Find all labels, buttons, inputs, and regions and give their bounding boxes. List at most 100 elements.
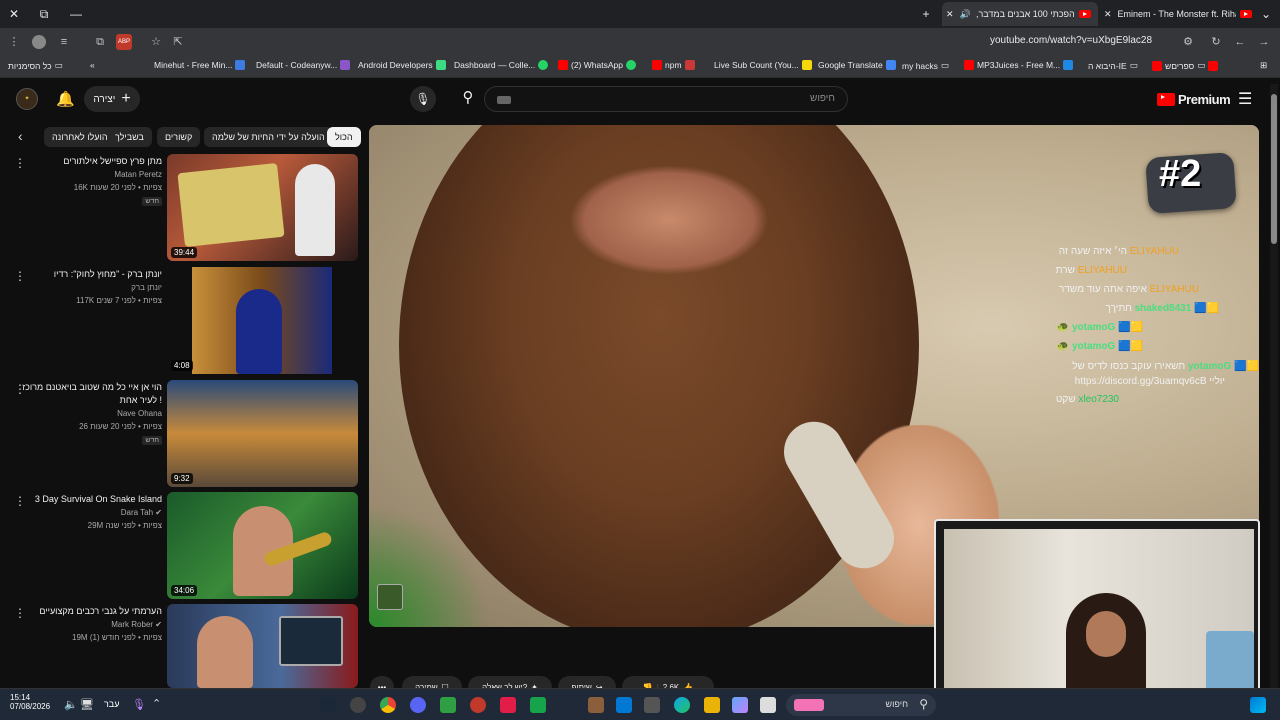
store-icon[interactable] xyxy=(644,697,660,713)
grid-apps-icon[interactable]: ⊞ xyxy=(1260,60,1267,71)
forward-icon[interactable]: ← xyxy=(1232,34,1248,50)
maximize-icon[interactable]: ⧉ xyxy=(34,4,54,24)
excel-icon[interactable] xyxy=(530,697,546,713)
list-item[interactable]: ⋮ יונתן ברק - "מחוץ לחוק": רדיו יונתן בר… xyxy=(0,267,362,375)
obs-icon[interactable] xyxy=(350,697,366,713)
search-icon[interactable]: ⚲ xyxy=(456,88,480,110)
bookmark-star-icon[interactable]: ☆ xyxy=(148,34,164,50)
tab-close-icon[interactable]: ✕ xyxy=(946,9,954,20)
language-indicator[interactable]: עבר xyxy=(104,699,119,709)
tab-eminem[interactable]: ✕ Eminem - The Monster ft. Rihan xyxy=(1100,2,1256,26)
video-channel-row[interactable]: Mark Rober ✔ xyxy=(111,620,162,629)
voice-search-icon[interactable]: 🎙 xyxy=(410,86,436,112)
media-player-icon[interactable] xyxy=(440,697,456,713)
bookmark-ie[interactable]: היבוא ה-IE ▭ xyxy=(1088,60,1138,71)
video-thumbnail[interactable]: 4:08 xyxy=(167,267,358,374)
video-thumbnail[interactable]: 34:06 xyxy=(167,492,358,599)
video-thumbnail[interactable]: 39:44 xyxy=(167,154,358,261)
discord-icon[interactable] xyxy=(410,697,426,713)
video-channel-row[interactable]: Dara Tah ✔ xyxy=(121,508,162,517)
bookmark-mp3juices[interactable]: MP3Juices - Free M... xyxy=(964,60,1074,70)
bookmark-livesub[interactable]: Live Sub Count (You... xyxy=(714,60,812,70)
tab-search-icon[interactable]: ⌄ xyxy=(1256,4,1276,24)
video-title-line2[interactable]: לעיר אחת ! xyxy=(120,395,162,405)
search-input[interactable]: חיפוש xyxy=(484,86,848,112)
video-channel[interactable]: יונתן ברק xyxy=(131,283,162,292)
adobe-icon[interactable] xyxy=(500,697,516,713)
bookmark-minehut[interactable]: Minehut - Free Min... xyxy=(154,60,246,70)
app-icon[interactable] xyxy=(760,697,776,713)
menu-dots-icon[interactable]: ⋮ xyxy=(6,34,22,50)
volume-icon[interactable]: 🔈 xyxy=(64,698,78,711)
channel-avatar[interactable]: ✦ xyxy=(16,88,38,110)
tab-current[interactable]: ✕ 🔊 הפכתי 100 אבנים במדבר, ה xyxy=(942,2,1098,26)
adblock-icon[interactable]: ABP xyxy=(116,34,132,50)
new-tab-icon[interactable]: + xyxy=(916,4,936,24)
keyboard-icon[interactable] xyxy=(497,96,511,104)
bookmark-whatsapp[interactable]: (2) WhatsApp xyxy=(558,60,636,70)
video-title[interactable]: הערמתי על גנבי רכבים מקצועיים xyxy=(39,606,162,616)
chip-for-you[interactable]: בשבילך xyxy=(107,127,152,147)
outlook-icon[interactable] xyxy=(616,697,632,713)
profile-avatar[interactable] xyxy=(32,35,46,49)
chip-all[interactable]: הכול xyxy=(327,127,361,147)
steam-icon[interactable] xyxy=(320,697,336,713)
bookmark-translate[interactable]: Google Translate xyxy=(818,60,896,70)
video-channel[interactable]: Matan Peretz xyxy=(114,170,162,179)
page-scrollbar[interactable] xyxy=(1270,84,1278,688)
bookmark-dashboard[interactable]: Dashboard — Colle... xyxy=(454,60,549,70)
video-channel[interactable]: Nave Ohana xyxy=(117,409,162,418)
edge-icon[interactable] xyxy=(674,697,690,713)
video-thumbnail[interactable] xyxy=(167,604,358,688)
close-window-icon[interactable]: ✕ xyxy=(4,4,24,24)
tab-close-icon[interactable]: ✕ xyxy=(1104,9,1112,20)
site-settings-icon[interactable]: ⚙ xyxy=(1180,34,1196,50)
chip-uploader[interactable]: הועלה על ידי החיות של שלמה xyxy=(204,127,333,147)
clock[interactable]: 15:14 07/08/2026 xyxy=(10,693,50,711)
youtube-logo[interactable]: Premium xyxy=(1157,92,1231,107)
taskbar-search[interactable]: חיפוש ⚲ xyxy=(786,694,936,716)
minimize-icon[interactable]: — xyxy=(66,4,86,24)
video-thumbnail[interactable]: 9:32 xyxy=(167,380,358,487)
share-page-icon[interactable]: ⇱ xyxy=(170,34,186,50)
list-item[interactable]: ⋮ מתן פרץ ספיישל אילתורים Matan Peretz 1… xyxy=(0,154,362,262)
copilot-icon[interactable] xyxy=(732,697,748,713)
create-button[interactable]: יצירה + xyxy=(84,86,140,112)
bookmark-myhacks[interactable]: my hacks ▭ xyxy=(902,60,949,71)
channel-watermark[interactable] xyxy=(377,584,403,610)
notifications-bell-icon[interactable]: 🔔 xyxy=(56,90,75,108)
mic-icon[interactable]: 🎙 xyxy=(132,698,146,711)
more-options-icon[interactable]: ⋮ xyxy=(14,157,26,169)
back-icon[interactable]: → xyxy=(1256,34,1272,50)
more-options-icon[interactable]: ⋮ xyxy=(14,495,26,507)
list-item[interactable]: ⋮ 3 Day Survival On Snake Island Dara Ta… xyxy=(0,492,362,600)
list-item[interactable]: ⋮ הערמתי על גנבי רכבים מקצועיים Mark Rob… xyxy=(0,604,362,688)
chevron-left-icon[interactable]: ‹ xyxy=(18,128,23,144)
bookmark-android[interactable]: Android Developers xyxy=(358,60,446,70)
bookmark-codeanywhere[interactable]: Default - Codeanyw... xyxy=(256,60,351,70)
url-field[interactable]: youtube.com/watch?v=uXbgE9lac28 xyxy=(990,35,1152,46)
chip-recent[interactable]: הועלו לאחרונה xyxy=(44,127,116,147)
windows-start-icon[interactable] xyxy=(1250,697,1266,713)
video-title[interactable]: מתן פרץ ספיישל אילתורים xyxy=(63,156,162,166)
video-title[interactable]: 3 Day Survival On Snake Island xyxy=(35,494,162,504)
chrome-icon[interactable] xyxy=(380,697,396,713)
all-bookmarks-folder[interactable]: כל הסימניות ▭ xyxy=(8,60,63,71)
bookmark-npm[interactable]: npm xyxy=(652,60,695,70)
more-options-icon[interactable]: ⋮ xyxy=(14,270,26,282)
bookmark-books[interactable]: ספריםש ▭ xyxy=(1152,60,1219,71)
chip-related[interactable]: קשורים xyxy=(157,127,201,147)
red-app-icon[interactable] xyxy=(470,697,486,713)
tray-chevron-icon[interactable]: ⌃ xyxy=(152,697,161,710)
more-options-icon[interactable]: ⋮ xyxy=(14,607,26,619)
video-title[interactable]: הוי אן איי כל מה שטוב בויאטנם מרוכז xyxy=(22,382,162,392)
reload-icon[interactable]: ↻ xyxy=(1208,34,1224,50)
scrollbar-thumb[interactable] xyxy=(1271,94,1277,244)
hamburger-menu-icon[interactable]: ☰ xyxy=(1238,89,1252,109)
media-control-icon[interactable]: ≡ xyxy=(56,34,72,50)
extensions-icon[interactable]: ⧉ xyxy=(92,34,108,50)
minecraft-icon[interactable] xyxy=(588,697,604,713)
video-title[interactable]: יונתן ברק - "מחוץ לחוק": רדיו xyxy=(54,269,162,279)
list-item[interactable]: ⋮ הוי אן איי כל מה שטוב בויאטנם מרוכז לע… xyxy=(0,380,362,488)
file-explorer-icon[interactable] xyxy=(704,697,720,713)
